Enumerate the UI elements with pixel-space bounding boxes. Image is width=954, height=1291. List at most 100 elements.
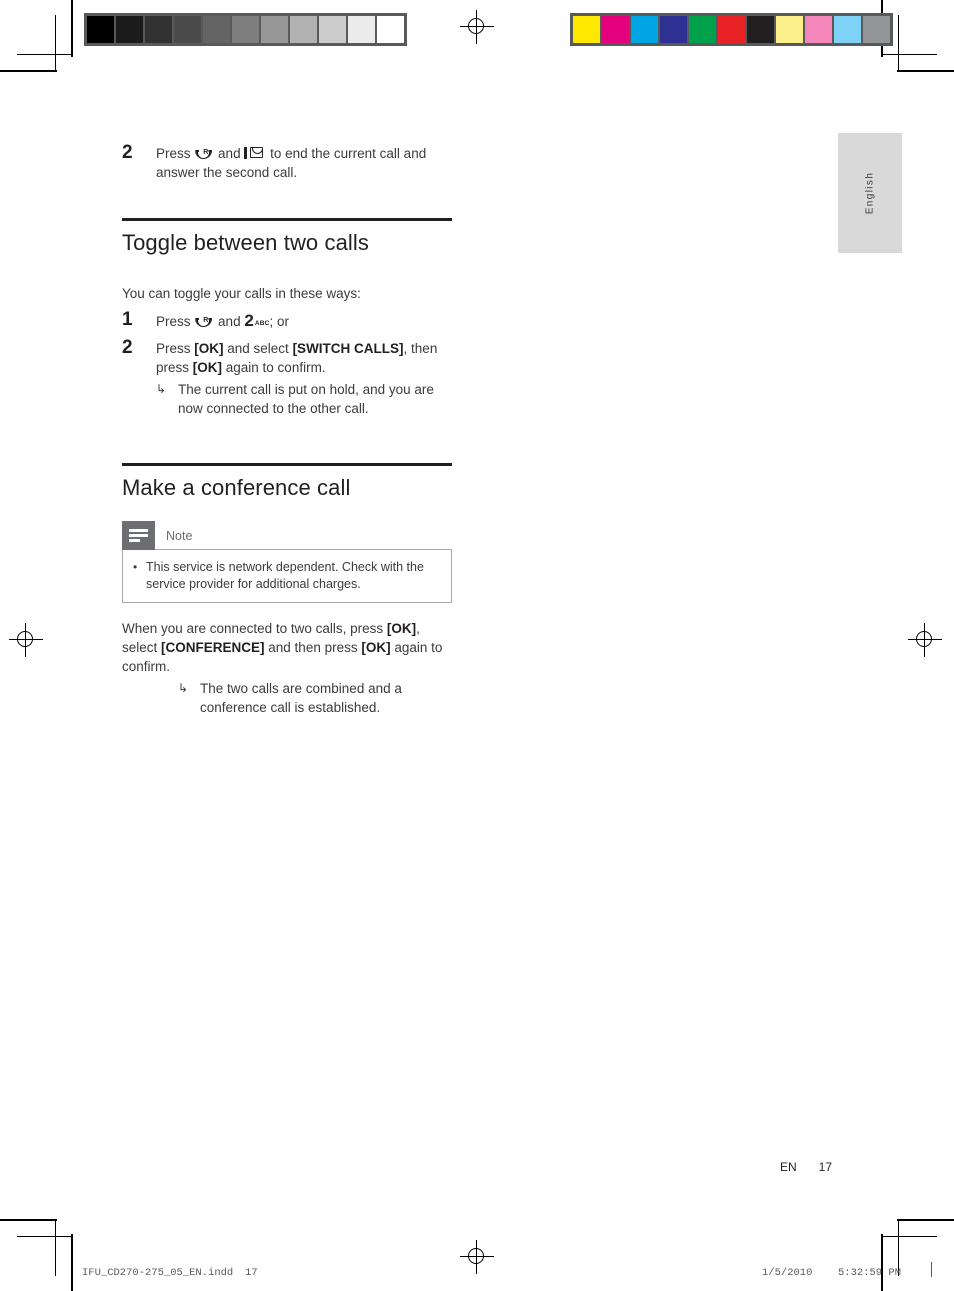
toggle-step-2-subnote: ↳ The current call is put on hold, and y… <box>122 380 454 418</box>
registration-mark-right <box>908 623 942 657</box>
language-tab: English <box>838 133 902 253</box>
print-time: 5:32:59 PM <box>838 1267 902 1279</box>
crop-mark-top-left-inner-vertical <box>55 15 56 71</box>
calibration-swatch <box>203 16 230 43</box>
end-call-envelope-icon <box>244 146 266 160</box>
registration-mark-left <box>9 623 43 657</box>
crop-mark-bottom-left-vertical <box>71 1234 73 1291</box>
crop-mark-top-right-inner-vertical <box>898 15 899 71</box>
section-rule-conference <box>122 463 452 466</box>
heading-toggle-between-two-calls: Toggle between two calls <box>122 230 369 255</box>
toggle-step-2-body: Press [OK] and select [SWITCH CALLS], th… <box>156 337 454 377</box>
keypad-letters: ABC <box>254 320 270 327</box>
crop-mark-bottom-left-inner-vertical <box>55 1220 56 1276</box>
body-text: and select <box>223 341 293 356</box>
color-calibration-bar <box>570 13 893 46</box>
calibration-swatch <box>776 16 803 43</box>
calibration-swatch <box>718 16 745 43</box>
step-text-before: Press <box>156 314 191 329</box>
step-text-middle: and <box>218 146 241 161</box>
step-number: 1 <box>122 309 133 330</box>
step-text-before: Press <box>156 146 191 161</box>
handset-recall-icon: R <box>194 314 214 328</box>
toggle-intro-text: You can toggle your calls in these ways: <box>122 286 361 301</box>
step-continued: 2 Press R and to end the current call an… <box>122 142 454 182</box>
conference-subnote: ↳ The two calls are combined and a confe… <box>122 679 454 717</box>
crop-mark-top-right-horizontal <box>897 70 954 72</box>
toggle-step-1: 1 Press R and 2ABC ; or <box>122 309 454 333</box>
note-body: • This service is network dependent. Che… <box>122 549 452 603</box>
crop-mark-bottom-left-horizontal <box>0 1219 57 1221</box>
content-column: 2 Press R and to end the current call an… <box>122 140 454 717</box>
calibration-swatch <box>863 16 890 43</box>
crop-mark-top-left-vertical <box>71 0 73 57</box>
step-number: 2 <box>122 142 133 163</box>
calibration-swatch <box>261 16 288 43</box>
print-page-number: 17 <box>245 1267 258 1279</box>
calibration-swatch <box>319 16 346 43</box>
crop-mark-top-left-horizontal <box>0 70 57 72</box>
note-item: • This service is network dependent. Che… <box>133 559 441 592</box>
print-filename: IFU_CD270-275_05_EN.indd <box>82 1267 234 1279</box>
crop-mark-bottom-right-vertical <box>881 1234 883 1291</box>
calibration-swatch <box>87 16 114 43</box>
crop-mark-top-left-inner-horizontal <box>17 54 73 55</box>
step-number: 2 <box>122 337 133 358</box>
subnote-arrow-icon: ↳ <box>178 681 189 695</box>
registration-mark-bottom <box>460 1240 494 1274</box>
step-text-middle: and <box>218 314 241 329</box>
calibration-swatch <box>689 16 716 43</box>
language-tab-label: English <box>864 171 876 215</box>
crop-mark-bottom-right-horizontal <box>897 1219 954 1221</box>
calibration-swatch <box>145 16 172 43</box>
body-text: and then press <box>264 640 362 655</box>
subnote-text: The current call is put on hold, and you… <box>178 382 434 416</box>
calibration-swatch <box>660 16 687 43</box>
body-text: again to confirm. <box>222 360 326 375</box>
calibration-swatch <box>377 16 404 43</box>
step-continued-body: Press R and to end the current call and … <box>156 142 454 182</box>
note-label: Note <box>166 528 193 543</box>
print-strip-divider <box>931 1262 932 1277</box>
subnote-arrow-icon: ↳ <box>156 382 167 396</box>
calibration-swatch <box>290 16 317 43</box>
handset-recall-icon: R <box>194 146 214 160</box>
crop-mark-bottom-right-inner-horizontal <box>881 1236 937 1237</box>
keypad-key-2-icon: 2ABC <box>244 311 269 333</box>
calibration-swatch <box>573 16 600 43</box>
calibration-swatch <box>805 16 832 43</box>
calibration-swatch <box>747 16 774 43</box>
registration-mark-top <box>460 10 494 44</box>
calibration-swatch <box>174 16 201 43</box>
crop-mark-bottom-left-inner-horizontal <box>17 1236 73 1237</box>
step-text-after: ; or <box>269 314 290 329</box>
note-item-text: This service is network dependent. Check… <box>146 560 424 591</box>
body-text: Press <box>156 341 195 356</box>
keypad-digit: 2 <box>244 311 254 330</box>
calibration-swatch <box>834 16 861 43</box>
keyword-text: [CONFERENCE] <box>161 640 265 655</box>
print-date: 1/5/2010 <box>762 1267 813 1279</box>
keyword-text: [OK] <box>192 360 223 375</box>
note-bullet-icon: • <box>133 560 138 574</box>
footer-language-code: EN <box>779 1160 797 1174</box>
calibration-swatch <box>116 16 143 43</box>
calibration-swatch <box>232 16 259 43</box>
toggle-step-1-body: Press R and 2ABC ; or <box>156 309 454 333</box>
crop-mark-top-right-inner-horizontal <box>881 54 937 55</box>
section-rule-toggle <box>122 218 452 221</box>
calibration-swatch <box>631 16 658 43</box>
page-footer: EN 17 <box>780 1160 832 1174</box>
grayscale-calibration-bar <box>84 13 407 46</box>
toggle-step-2: 2 Press [OK] and select [SWITCH CALLS], … <box>122 337 454 377</box>
note-box: Note • This service is network dependent… <box>122 521 452 603</box>
keyword-text: [SWITCH CALLS] <box>292 341 404 356</box>
body-text: When you are connected to two calls, pre… <box>122 621 387 636</box>
keyword-text: [OK] <box>386 621 417 636</box>
keyword-text: [OK] <box>361 640 391 655</box>
conference-body-text: When you are connected to two calls, pre… <box>122 619 454 676</box>
heading-make-a-conference-call: Make a conference call <box>122 475 351 500</box>
calibration-swatch <box>348 16 375 43</box>
note-header: Note <box>122 521 452 550</box>
footer-page-number: 17 <box>818 1160 832 1174</box>
